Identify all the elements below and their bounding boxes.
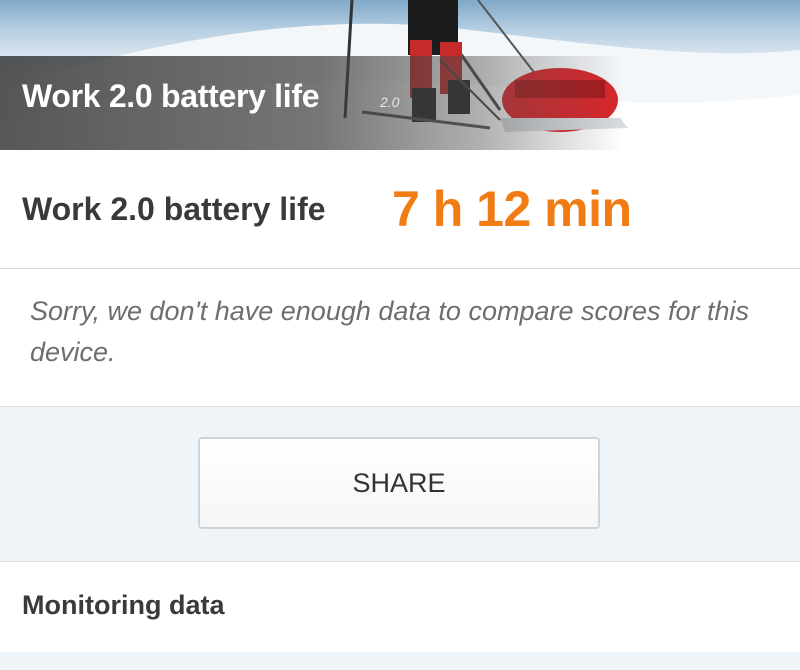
bottom-spacer — [0, 652, 800, 670]
page: Work 2.0 battery life 2.0 Work 2.0 batte… — [0, 0, 800, 670]
message-row: Sorry, we don't have enough data to comp… — [0, 269, 800, 407]
score-value: 7 h 12 min — [392, 181, 632, 237]
banner-version: 2.0 — [380, 94, 400, 110]
banner-title: Work 2.0 battery life — [22, 78, 320, 114]
score-label: Work 2.0 battery life — [22, 191, 326, 227]
message-text: Sorry, we don't have enough data to comp… — [30, 296, 750, 367]
monitoring-data-label: Monitoring data — [22, 590, 225, 620]
header-banner: Work 2.0 battery life 2.0 — [0, 0, 800, 150]
monitoring-data-row[interactable]: Monitoring data — [0, 561, 800, 653]
score-row: Work 2.0 battery life 7 h 12 min — [0, 150, 800, 269]
share-area: SHARE — [0, 407, 800, 560]
share-button[interactable]: SHARE — [198, 437, 600, 529]
